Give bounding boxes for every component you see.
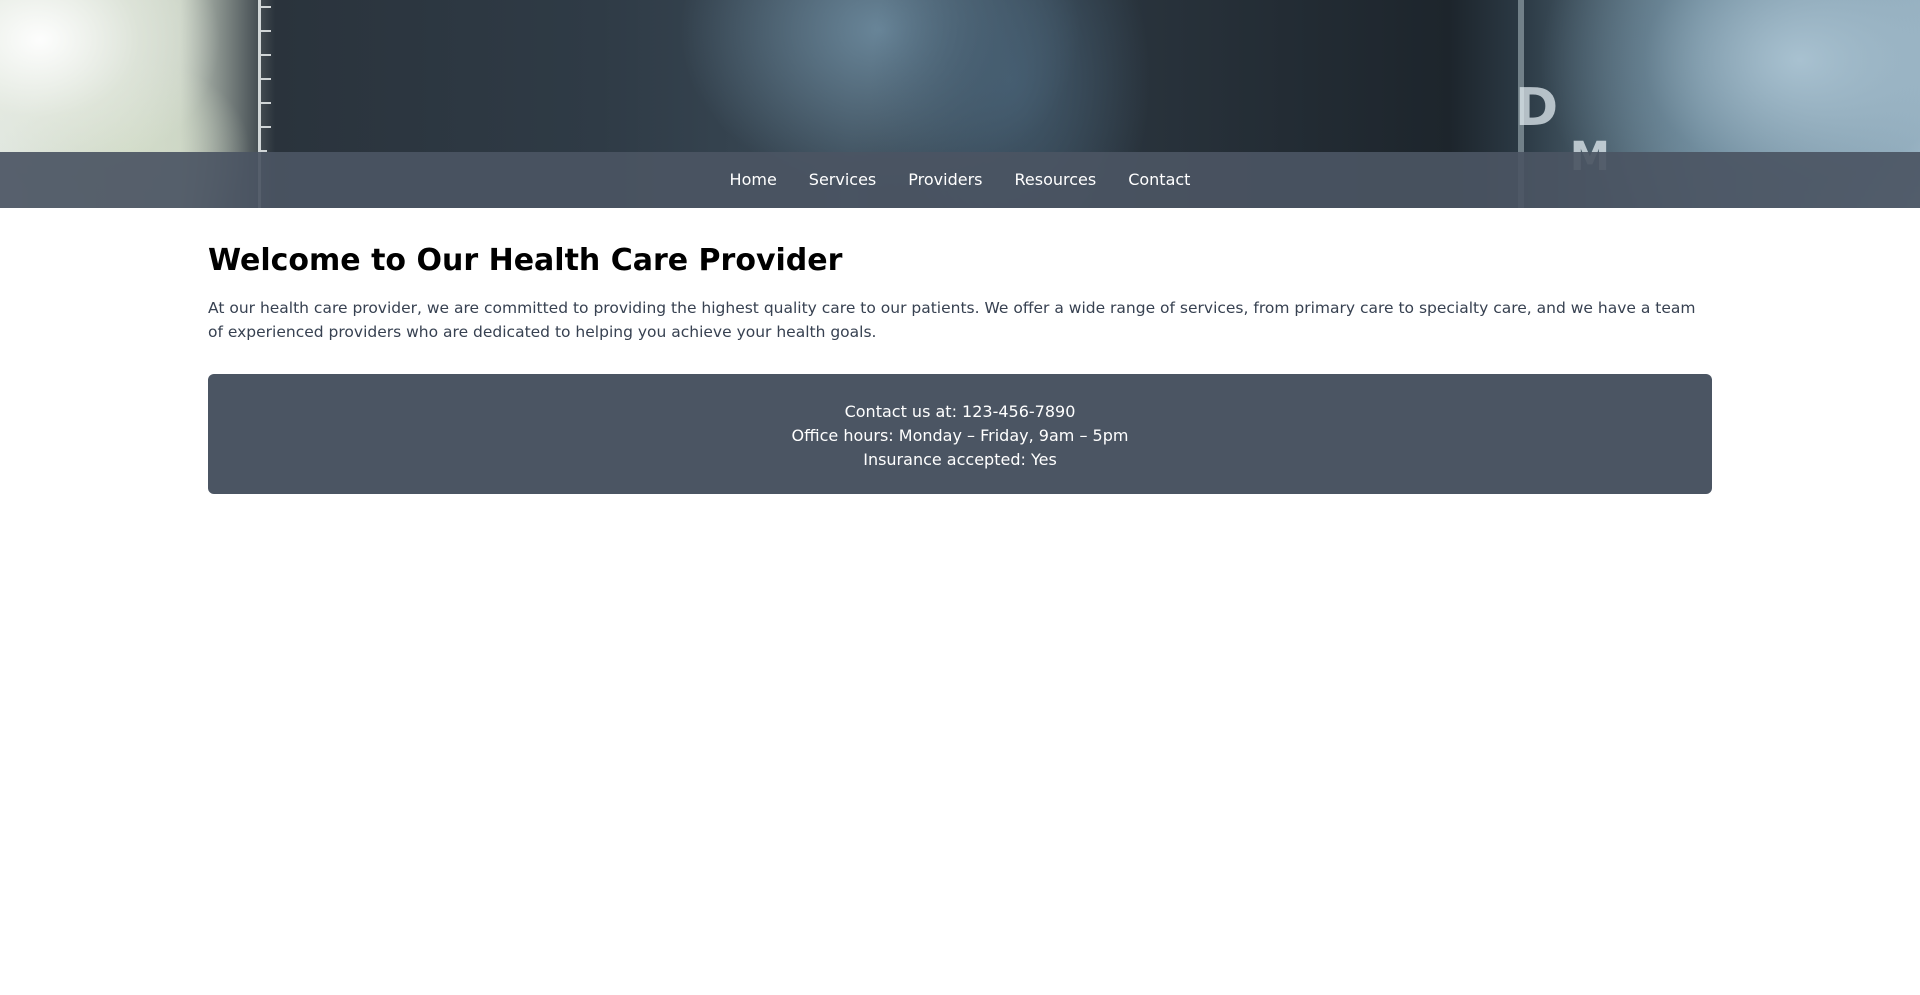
contact-info-box: Contact us at: 123-456-7890 Office hours…: [208, 374, 1712, 494]
intro-paragraph: At our health care provider, we are comm…: [208, 299, 1696, 341]
page-title: Welcome to Our Health Care Provider: [208, 243, 843, 278]
main-navigation: Home Services Providers Resources Contac…: [0, 152, 1920, 208]
contact-phone: Contact us at: 123-456-7890: [844, 402, 1076, 421]
nav-home-link[interactable]: Home: [714, 152, 793, 208]
nav-providers-link[interactable]: Providers: [892, 152, 998, 208]
main-content: Welcome to Our Health Care Provider At o…: [208, 208, 1712, 494]
nav-contact-link[interactable]: Contact: [1112, 152, 1206, 208]
insurance-info: Insurance accepted: Yes: [863, 450, 1057, 469]
nav-resources-link[interactable]: Resources: [998, 152, 1112, 208]
office-hours: Office hours: Monday – Friday, 9am – 5pm: [791, 426, 1129, 445]
nav-services-link[interactable]: Services: [793, 152, 892, 208]
hero-banner: D M Home Services Providers Resources Co…: [0, 0, 1920, 208]
hero-image-glyph-d: D: [1515, 78, 1559, 138]
